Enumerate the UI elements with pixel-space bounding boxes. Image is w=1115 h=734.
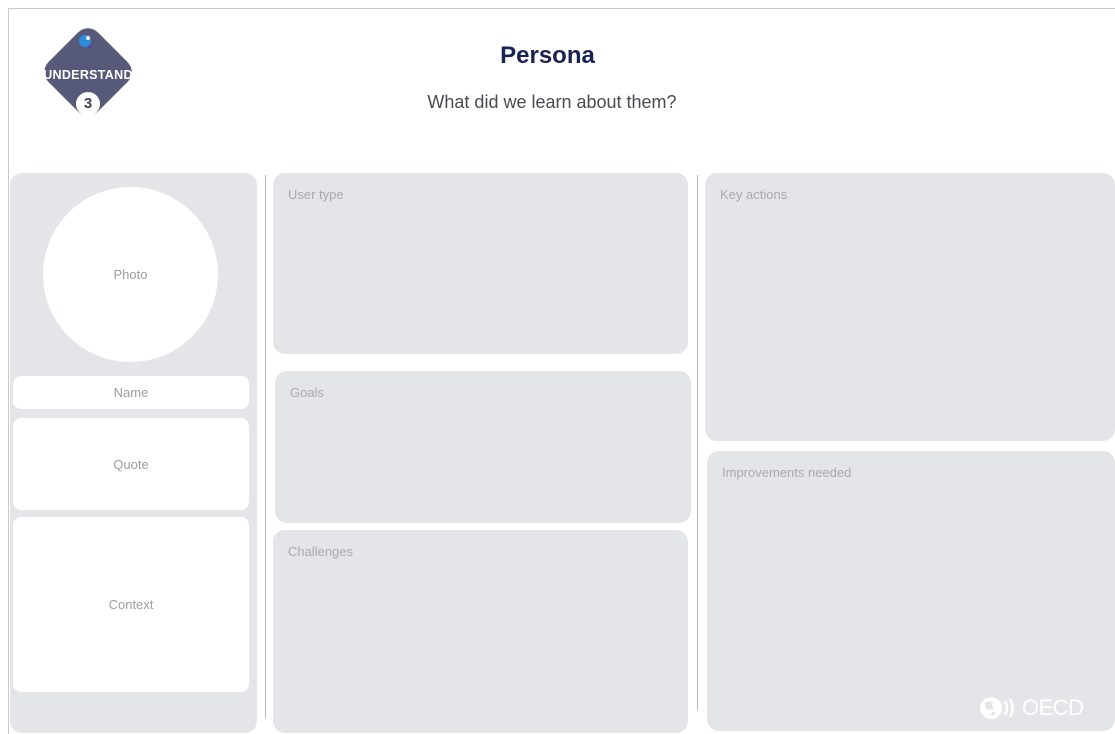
column-divider-right xyxy=(697,175,698,710)
improvements-label: Improvements needed xyxy=(722,465,852,480)
goals-panel[interactable]: Goals xyxy=(275,371,691,523)
context-field[interactable]: Context xyxy=(13,517,249,692)
oecd-logo-text: OECD xyxy=(1022,695,1084,720)
quote-field[interactable]: Quote xyxy=(13,418,249,510)
key-actions-label: Key actions xyxy=(720,187,788,202)
user-type-panel[interactable]: User type xyxy=(273,173,688,354)
goals-label: Goals xyxy=(290,385,324,400)
badge-label: UNDERSTAND xyxy=(43,68,133,82)
key-actions-panel[interactable]: Key actions xyxy=(705,173,1115,441)
user-type-label: User type xyxy=(288,187,344,202)
challenges-label: Challenges xyxy=(288,544,354,559)
photo-placeholder[interactable]: Photo xyxy=(43,187,218,362)
page-title: Persona xyxy=(500,42,595,69)
improvements-panel[interactable]: Improvements needed xyxy=(707,451,1115,731)
globe-icon xyxy=(980,697,1014,719)
column-divider-left xyxy=(265,175,266,718)
challenges-panel[interactable]: Challenges xyxy=(273,530,688,733)
name-field[interactable]: Name xyxy=(13,376,249,409)
oecd-logo: OECD xyxy=(978,693,1084,723)
page-subtitle: What did we learn about them? xyxy=(427,92,677,112)
